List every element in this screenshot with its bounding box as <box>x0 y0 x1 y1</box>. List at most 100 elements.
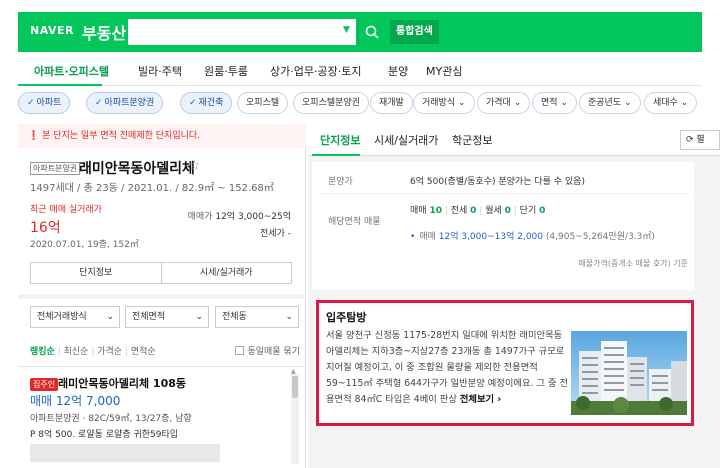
sale-price-line: • 매매 12억 3,000~13억 2,000 (4,905~5,264만원/3… <box>410 232 655 242</box>
complex-info-card: 분양가 6억 500(층별/동호수) 분양가는 다를 수 있음) 해당면적 매물… <box>312 162 694 290</box>
filter-chip-apartment[interactable]: ✓ 아파트 <box>18 92 71 114</box>
complex-summary-panel: ❗ 본 단지는 일부 면적 전매제한 단지입니다. 아파트분양권 래미안목동아델… <box>18 124 306 468</box>
short-term-count[interactable]: 0 <box>539 206 545 216</box>
listing-filters: 전체거래방식 ⌄ 전체면적 ⌄ 전체동 ⌄ <box>30 306 300 330</box>
info-divider <box>320 193 690 194</box>
complex-info: 1497세대 / 총 23동 / 2021.01. / 82.9㎡ ~ 152.… <box>30 183 274 194</box>
building-select[interactable]: 전체동 ⌄ <box>215 306 299 328</box>
section-divider <box>18 294 306 299</box>
chevron-down-icon: ⌄ <box>513 98 522 108</box>
check-icon: ✓ <box>95 98 103 108</box>
property-type-badge: 아파트분양권 <box>30 162 81 175</box>
total-search-button[interactable]: 통합검색 <box>390 20 439 44</box>
nav-villa-house[interactable]: 빌라·주택 <box>138 63 182 79</box>
refresh-icon: ⟳ <box>686 135 694 145</box>
search-dropdown-icon[interactable]: ▼ <box>343 25 350 35</box>
tab-school-info[interactable]: 학군정보 <box>452 132 492 148</box>
chevron-down-icon: ⌄ <box>285 312 293 322</box>
star-icon[interactable]: ☆ <box>188 158 201 174</box>
sale-price-range: 매매가 12억 3,000~25억 <box>187 212 291 222</box>
nav-oneroom-tworoom[interactable]: 원룸·투룸 <box>204 63 248 79</box>
checkbox-icon <box>235 346 245 355</box>
sort-options: 랭킹순 | 최신순 | 가격순 | 면적순 동일매물 묶기 <box>30 344 300 358</box>
check-icon: ✓ <box>189 98 197 108</box>
chevron-right-icon: › <box>497 394 502 405</box>
service-title[interactable]: 부동산 <box>82 20 126 44</box>
price-reference-note: 매물가격(중개소 매물 호가) 기준 <box>578 259 688 268</box>
recent-trade-date: 2020.07.01, 19층, 152㎡ <box>30 240 139 250</box>
alert-icon: ❗ <box>28 131 40 141</box>
apartment-photo[interactable] <box>571 331 687 415</box>
chevron-down-icon: ⌄ <box>560 98 568 108</box>
sort-area[interactable]: 면적순 <box>131 347 156 357</box>
search-button[interactable] <box>358 19 384 45</box>
filter-chip-redevelopment[interactable]: 재개발 <box>370 92 413 114</box>
sort-latest[interactable]: 최신순 <box>64 347 89 357</box>
move-in-tour-title: 입주탐방 <box>326 311 367 324</box>
group-same-listings-checkbox[interactable]: 동일매물 묶기 <box>235 344 300 357</box>
nav-active-indicator <box>18 84 102 86</box>
filter-chip-officetel-presale[interactable]: 오피스텔분양권 <box>293 92 369 114</box>
market-price-button[interactable]: 시세/실거래가 <box>160 263 292 283</box>
presale-price-value: 6억 500(층별/동호수) 분양가는 다를 수 있음) <box>410 177 585 187</box>
listing-description: P 8억 500. 로얄동 로얄층 귀한59타입 <box>30 430 179 440</box>
recent-trade-label: 최근 매매 실거래가 <box>30 205 102 215</box>
tab-active-indicator <box>312 154 360 156</box>
nav-presale[interactable]: 분양 <box>388 63 408 79</box>
bullet-icon: • <box>410 232 416 242</box>
main-nav: 아파트·오피스텔 빌라·주택 원룸·투룸 상가·업무·공장·토지 분양 MY관심 <box>18 54 702 86</box>
chevron-down-icon: ⌄ <box>680 98 689 108</box>
nav-commercial-land[interactable]: 상가·업무·공장·토지 <box>270 63 361 79</box>
resale-restriction-notice: ❗ 본 단지는 일부 면적 전매제한 단지입니다. <box>18 124 306 148</box>
search-input[interactable] <box>128 19 356 45</box>
presale-price-label: 분양가 <box>328 177 353 187</box>
filter-area[interactable]: 면적 ⌄ <box>532 92 577 114</box>
sale-count[interactable]: 10 <box>429 206 442 216</box>
sort-price[interactable]: 가격순 <box>97 347 122 357</box>
filter-build-year[interactable]: 준공년도 ⌄ <box>579 92 641 114</box>
matched-listings-label: 해당면적 매물 <box>328 217 381 227</box>
filter-household-count[interactable]: 세대수 ⌄ <box>644 92 698 114</box>
list-divider <box>18 366 306 367</box>
filter-price-range[interactable]: 가격대 ⌄ <box>477 92 531 114</box>
nav-apartment-officetel[interactable]: 아파트·오피스텔 <box>34 63 109 79</box>
top-header: NAVER 부동산 ▼ 통합검색 <box>18 12 702 52</box>
search-icon <box>365 25 379 39</box>
jeonse-price-range: 전세가 - <box>260 229 291 239</box>
listing-title[interactable]: 래미안목동아델리체 108동 <box>58 375 186 391</box>
sort-ranking[interactable]: 랭킹순 <box>30 347 55 357</box>
complex-info-button[interactable]: 단지정보 <box>31 263 161 283</box>
detail-tabs: 단지정보 시세/실거래가 학군정보 ⟳ 펼 <box>308 124 720 156</box>
tab-complex-info[interactable]: 단지정보 <box>320 132 360 148</box>
expand-button[interactable]: ⟳ 펼 <box>680 130 720 150</box>
chevron-down-icon: ⌄ <box>624 98 632 108</box>
owner-badge: 집주인 <box>30 378 59 391</box>
listing-price: 매매 12억 7,000 <box>30 394 121 408</box>
filter-chip-apartment-presale[interactable]: ✓ 아파트분양권 <box>86 92 164 114</box>
naver-logo[interactable]: NAVER <box>30 24 74 37</box>
complex-detail-panel: 단지정보 시세/실거래가 학군정보 ⟳ 펼 분양가 6억 500(층별/동호수)… <box>308 124 720 468</box>
recent-trade-price: 16억 <box>30 220 61 236</box>
filter-trade-type[interactable]: 거래방식 ⌄ <box>413 92 475 114</box>
move-in-tour-card: 입주탐방 서울 양천구 신정동 1175-28번지 일대에 위치한 래미안목동아… <box>316 300 694 426</box>
view-all-link[interactable]: 전체보기 › <box>460 394 501 405</box>
chevron-down-icon: ⌄ <box>458 98 466 108</box>
chevron-down-icon: ⌄ <box>195 312 203 322</box>
chevron-down-icon: ⌄ <box>106 312 114 322</box>
complex-name: 래미안목동아델리체 <box>79 161 195 177</box>
tab-market-price[interactable]: 시세/실거래가 <box>374 132 438 148</box>
scrollbar-thumb[interactable] <box>292 376 298 398</box>
listing-next-preview <box>30 444 220 462</box>
check-icon: ✓ <box>27 98 35 108</box>
listing-scrollbar[interactable] <box>291 374 299 464</box>
trade-type-select[interactable]: 전체거래방식 ⌄ <box>30 306 120 328</box>
listing-counts: 매매 10 | 전세 0 | 월세 0 | 단기 0 <box>410 206 546 216</box>
filter-chip-reconstruction[interactable]: ✓ 재건축 <box>180 92 233 114</box>
filter-bar: ✓ 아파트 ✓ 아파트분양권 ✓ 재건축 오피스텔 오피스텔분양권 재개발 거래방식 … <box>18 92 720 116</box>
listing-details: 아파트분양권 · 82C/59㎡, 13/27층, 남향 <box>30 414 192 424</box>
nav-my-interest[interactable]: MY관심 <box>426 63 462 79</box>
filter-chip-officetel[interactable]: 오피스텔 <box>237 92 289 114</box>
move-in-tour-text: 서울 양천구 신정동 1175-28번지 일대에 위치한 래미안목동아델리체는 … <box>326 330 569 405</box>
area-select[interactable]: 전체면적 ⌄ <box>125 306 209 328</box>
complex-action-buttons: 단지정보 시세/실거래가 <box>30 262 292 284</box>
